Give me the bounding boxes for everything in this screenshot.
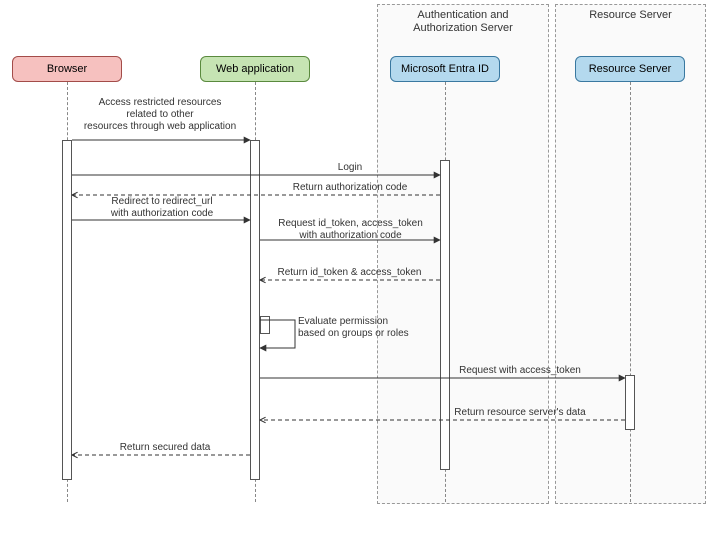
msg-return-tokens: Return id_token & access_token	[262, 267, 437, 279]
msg-login: Login	[260, 162, 440, 174]
participant-resource-label: Resource Server	[589, 63, 672, 75]
msg-access-resources: Access restricted resources related to o…	[72, 97, 248, 133]
activation-webapp	[250, 140, 260, 480]
auth-container-label: Authentication and Authorization Server	[382, 9, 544, 35]
activation-entra	[440, 160, 450, 470]
activation-resource	[625, 375, 635, 430]
participant-entra: Microsoft Entra ID	[390, 56, 500, 82]
selfmsg-note	[260, 316, 270, 334]
lifeline-resource	[630, 82, 631, 502]
msg-return-auth-code: Return authorization code	[260, 182, 440, 194]
msg-redirect: Redirect to redirect_url with authorizat…	[77, 196, 247, 220]
participant-webapp: Web application	[200, 56, 310, 82]
msg-return-resource-data: Return resource server's data	[420, 407, 620, 419]
participant-browser-label: Browser	[47, 63, 87, 75]
participant-entra-label: Microsoft Entra ID	[401, 63, 489, 75]
msg-evaluate-permission: Evaluate permission based on groups or r…	[298, 316, 438, 340]
msg-request-access-token: Request with access_token	[420, 365, 620, 377]
msg-return-secured-data: Return secured data	[80, 442, 250, 454]
participant-resource: Resource Server	[575, 56, 685, 82]
msg-request-tokens: Request id_token, access_token with auth…	[263, 218, 438, 242]
participant-browser: Browser	[12, 56, 122, 82]
participant-webapp-label: Web application	[216, 63, 294, 75]
resource-container-label: Resource Server	[560, 9, 701, 22]
activation-browser	[62, 140, 72, 480]
